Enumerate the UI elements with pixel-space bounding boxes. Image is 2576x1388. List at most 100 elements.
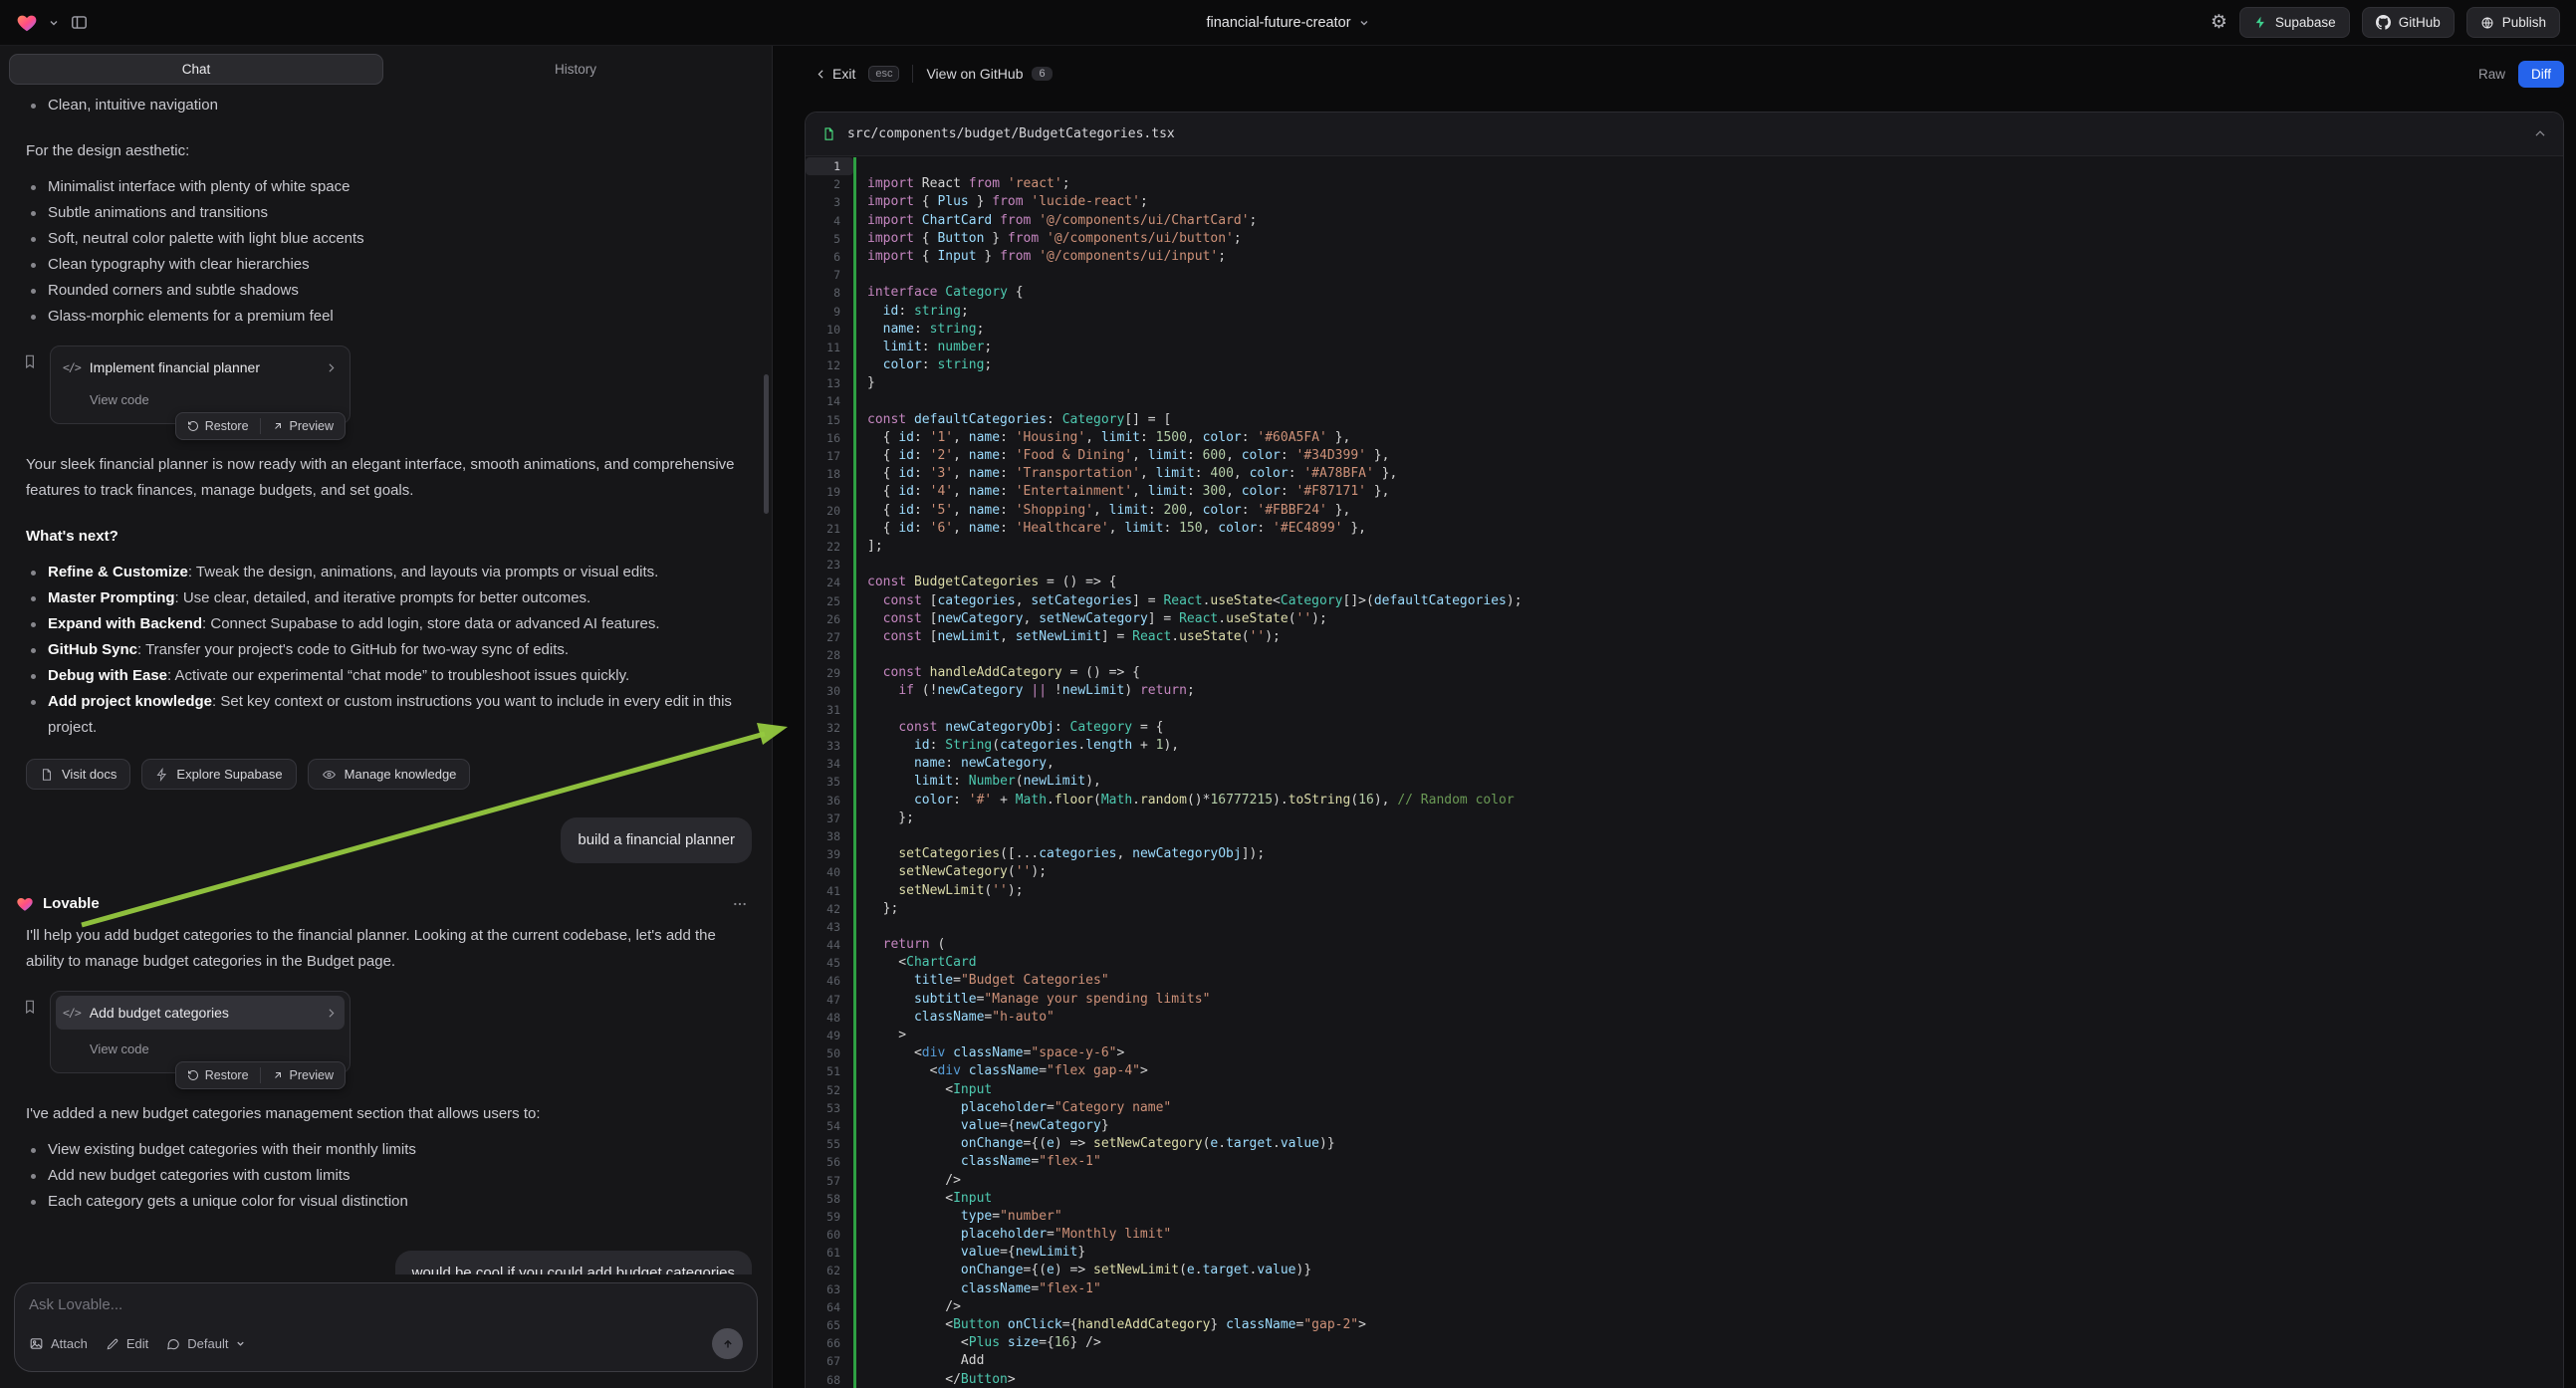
restore-button[interactable]: Restore — [176, 1062, 260, 1088]
manage-knowledge-button[interactable]: Manage knowledge — [308, 759, 471, 790]
bookmark-icon[interactable] — [22, 346, 38, 369]
attach-button[interactable]: Attach — [29, 1336, 88, 1351]
chat-message-list[interactable]: Clean, intuitive navigation For the desi… — [0, 93, 772, 1274]
code-line: 67 Add — [806, 1352, 2563, 1370]
collapse-file-button[interactable] — [2533, 127, 2547, 141]
bookmark-icon[interactable] — [22, 991, 38, 1015]
visit-docs-button[interactable]: Visit docs — [26, 759, 130, 790]
list-item: Clean, intuitive navigation — [48, 93, 746, 118]
list-item: Debug with Ease: Activate our experiment… — [48, 663, 746, 689]
code-line: 63 className="flex-1" — [806, 1280, 2563, 1298]
code-line: 16 { id: '1', name: 'Housing', limit: 15… — [806, 429, 2563, 447]
code-line: 54 value={newCategory} — [806, 1117, 2563, 1135]
list-item: Soft, neutral color palette with light b… — [48, 226, 746, 252]
settings-gear-icon[interactable]: ⚙ — [2211, 13, 2227, 32]
divider — [912, 65, 913, 83]
github-button[interactable]: GitHub — [2362, 7, 2455, 38]
sidebar-toggle-icon[interactable] — [70, 13, 89, 32]
code-line: 35 limit: Number(newLimit), — [806, 773, 2563, 791]
preview-button[interactable]: Preview — [261, 413, 345, 439]
supabase-button[interactable]: Supabase — [2239, 7, 2350, 38]
assistant-intro: I'll help you add budget categories to t… — [0, 923, 772, 975]
code-line: 5import { Button } from '@/components/ui… — [806, 230, 2563, 248]
exit-button[interactable]: Exit — [815, 66, 855, 82]
code-line: 23 — [806, 556, 2563, 574]
restore-preview-toolbar: Restore Preview — [175, 412, 346, 440]
code-line: 55 onChange={(e) => setNewCategory(e.tar… — [806, 1135, 2563, 1153]
assistant-header: Lovable — [0, 867, 772, 923]
code-edit-card[interactable]: </> Add budget categories View code Rest… — [50, 991, 351, 1073]
diff-toggle-button[interactable]: Diff — [2518, 61, 2564, 88]
assistant-name: Lovable — [43, 891, 100, 917]
chevron-right-icon — [325, 1007, 338, 1020]
chat-scrollbar-thumb[interactable] — [764, 374, 769, 514]
publish-button[interactable]: Publish — [2466, 7, 2560, 38]
lovable-logo-icon[interactable] — [16, 12, 38, 34]
code-line: 4import ChartCard from '@/components/ui/… — [806, 212, 2563, 230]
code-line: 36 color: '#' + Math.floor(Math.random()… — [806, 792, 2563, 810]
image-icon — [29, 1336, 44, 1351]
code-line: 21 { id: '6', name: 'Healthcare', limit:… — [806, 520, 2563, 538]
arrow-up-icon — [721, 1337, 735, 1351]
explore-supabase-button[interactable]: Explore Supabase — [141, 759, 296, 790]
code-line: 30 if (!newCategory || !newLimit) return… — [806, 682, 2563, 700]
code-line: 53 placeholder="Category name" — [806, 1099, 2563, 1117]
file-icon — [821, 126, 836, 141]
code-line: 2import React from 'react'; — [806, 175, 2563, 193]
user-message: build a financial planner — [561, 817, 752, 863]
code-line: 44 return ( — [806, 936, 2563, 954]
list-item: Rounded corners and subtle shadows — [48, 278, 746, 304]
project-menu[interactable]: financial-future-creator — [1206, 15, 1369, 31]
chevron-down-icon[interactable] — [48, 17, 60, 29]
code-line: 34 name: newCategory, — [806, 755, 2563, 773]
chat-composer: Attach Edit Default — [14, 1282, 758, 1372]
list-item: Each category gets a unique color for vi… — [48, 1189, 746, 1215]
lovable-heart-icon — [16, 895, 34, 913]
restore-preview-toolbar: Restore Preview — [175, 1061, 346, 1089]
list-item: GitHub Sync: Transfer your project's cod… — [48, 637, 746, 663]
user-message-row: build a financial planner — [20, 817, 752, 863]
file-header[interactable]: src/components/budget/BudgetCategories.t… — [806, 113, 2563, 156]
send-button[interactable] — [712, 1328, 743, 1359]
project-name: financial-future-creator — [1206, 15, 1350, 31]
suggestion-chips: Visit docs Explore Supabase Manage knowl… — [0, 741, 772, 794]
tab-chat[interactable]: Chat — [9, 54, 383, 85]
chevron-left-icon — [815, 68, 827, 81]
code-editor[interactable]: 12import React from 'react';3import { Pl… — [806, 156, 2563, 1388]
code-line: 58 <Input — [806, 1190, 2563, 1208]
user-message-row: would be cool if you could add budget ca… — [20, 1251, 752, 1274]
ellipsis-icon — [732, 896, 748, 912]
tab-history[interactable]: History — [388, 54, 763, 85]
code-line: 19 { id: '4', name: 'Entertainment', lim… — [806, 483, 2563, 501]
view-code-link[interactable]: View code — [90, 387, 338, 413]
view-on-github-link[interactable]: View on GitHub 6 — [926, 66, 1052, 82]
assistant-summary: Your sleek financial planner is now read… — [0, 452, 772, 504]
restore-button[interactable]: Restore — [176, 413, 260, 439]
code-line: 37 }; — [806, 810, 2563, 827]
chat-mode-selector[interactable]: Default — [166, 1336, 246, 1351]
code-line: 33 id: String(categories.length + 1), — [806, 737, 2563, 755]
design-intro: For the design aesthetic: — [0, 138, 772, 164]
raw-toggle-button[interactable]: Raw — [2478, 67, 2505, 82]
code-line: 43 — [806, 918, 2563, 936]
scrolled-bullet: Clean, intuitive navigation — [0, 93, 772, 118]
code-line: 10 name: string; — [806, 321, 2563, 339]
code-line: 56 className="flex-1" — [806, 1153, 2563, 1171]
view-code-link[interactable]: View code — [90, 1037, 338, 1062]
code-line: 62 onChange={(e) => setNewLimit(e.target… — [806, 1262, 2563, 1279]
edit-button[interactable]: Edit — [106, 1336, 148, 1351]
code-line: 7 — [806, 266, 2563, 284]
next-steps-list: Refine & Customize: Tweak the design, an… — [0, 560, 772, 741]
design-bullet-list: Minimalist interface with plenty of whit… — [0, 174, 772, 330]
code-line: 39 setCategories([...categories, newCate… — [806, 845, 2563, 863]
code-edit-card[interactable]: </> Implement financial planner View cod… — [50, 346, 351, 424]
chat-input[interactable] — [29, 1296, 743, 1313]
topbar: financial-future-creator ⚙ Supabase GitH… — [0, 0, 2576, 46]
list-item: Add new budget categories with custom li… — [48, 1163, 746, 1189]
message-menu-button[interactable] — [732, 896, 748, 912]
github-icon — [2376, 15, 2391, 30]
code-line: 29 const handleAddCategory = () => { — [806, 664, 2563, 682]
preview-button[interactable]: Preview — [261, 1062, 345, 1088]
code-line: 12 color: string; — [806, 356, 2563, 374]
code-line: 6import { Input } from '@/components/ui/… — [806, 248, 2563, 266]
